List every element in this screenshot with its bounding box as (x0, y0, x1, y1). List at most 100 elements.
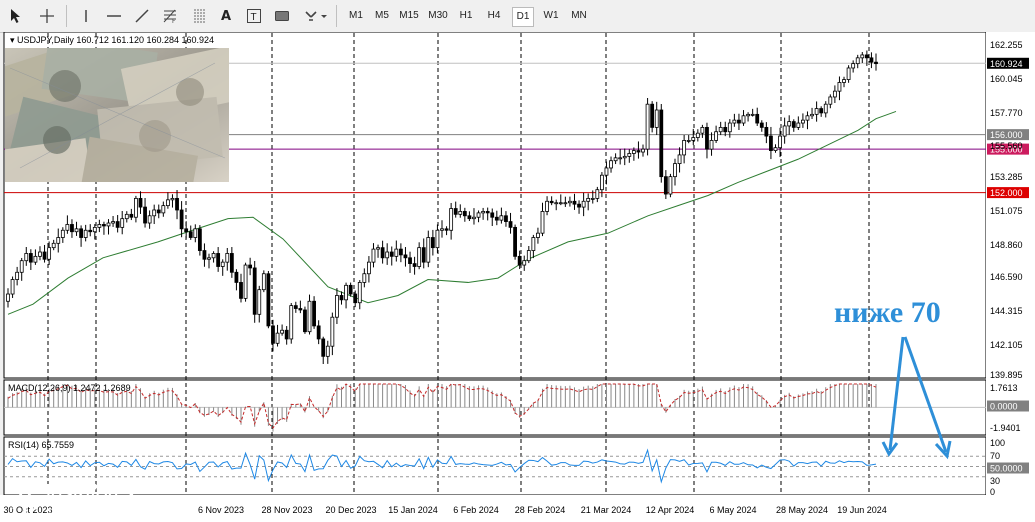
candle-body (869, 57, 874, 63)
timeframe-m15[interactable]: M15 (398, 7, 420, 25)
text-label-icon[interactable]: T (244, 6, 264, 26)
candle-body (188, 231, 193, 238)
candle-body (193, 228, 198, 238)
candle-body (19, 260, 24, 273)
candle-body (398, 248, 403, 256)
candle-body (481, 211, 486, 214)
level-label-152.000: 152.000 (990, 188, 1023, 198)
candle-body (6, 293, 10, 302)
candle-body (650, 103, 655, 128)
candle-body (659, 109, 664, 178)
time-tick: 21 Mar 2024 (581, 505, 632, 515)
timeframe-h1[interactable]: H1 (456, 7, 476, 25)
candle-body (138, 197, 143, 208)
candle-body (243, 264, 248, 299)
candle-body (645, 103, 650, 150)
candle-body (293, 305, 298, 309)
candle-body (453, 208, 458, 215)
candle-body (92, 226, 97, 233)
candle-body (225, 253, 230, 263)
candle-body (846, 67, 851, 80)
timeframe-d1[interactable]: D1 (512, 7, 534, 27)
candle-body (316, 325, 321, 340)
time-tick: 28 Feb 2024 (515, 505, 566, 515)
candle-body (312, 300, 316, 327)
channel-icon[interactable] (190, 6, 210, 26)
candle-body (494, 216, 499, 221)
candle-body (476, 212, 481, 218)
candle-body (394, 248, 399, 257)
text-icon[interactable]: A (216, 6, 236, 26)
timeframe-m1[interactable]: M1 (346, 7, 366, 25)
candle-body (330, 316, 335, 347)
candle-body (24, 253, 29, 262)
candle-body (239, 282, 243, 299)
candle-body (508, 221, 513, 228)
candle-body (421, 247, 426, 263)
vertical-line-icon[interactable] (76, 6, 96, 26)
candle-body (458, 211, 463, 215)
candle-body (161, 205, 166, 214)
timeframe-mn[interactable]: MN (568, 7, 590, 25)
candle-body (10, 279, 15, 295)
candle-body (641, 148, 645, 153)
candle-body (864, 54, 869, 59)
candle-body (709, 140, 714, 150)
candle-body (179, 209, 184, 230)
candle-body (636, 150, 641, 153)
timeframe-m5[interactable]: M5 (372, 7, 392, 25)
candle-body (156, 209, 161, 214)
rectangle-icon[interactable] (272, 6, 292, 26)
crosshair-icon[interactable] (36, 6, 58, 26)
candle-body (549, 200, 554, 204)
candle-body (522, 260, 527, 266)
logo-name: instaforex (46, 480, 137, 505)
macd-tick: 0.0000 (990, 402, 1018, 412)
timeframe-h4[interactable]: H4 (484, 7, 504, 25)
candle-body (367, 261, 371, 275)
candle-body (513, 226, 517, 257)
candle-body (796, 122, 801, 128)
candle-body (631, 150, 636, 154)
candle-body (444, 228, 449, 231)
candle-body (70, 224, 74, 233)
trendline-icon[interactable] (132, 6, 152, 26)
timeframe-w1[interactable]: W1 (540, 7, 562, 25)
candle-body (700, 126, 705, 134)
price-tick: 151.075 (990, 206, 1023, 216)
candle-body (764, 126, 769, 137)
candle-body (842, 79, 846, 83)
candle-body (321, 338, 326, 357)
candle-body (298, 308, 303, 311)
cursor-icon[interactable] (6, 6, 26, 26)
price-tick: 153.285 (990, 172, 1023, 182)
price-tick: 157.770 (990, 108, 1023, 118)
horizontal-line-icon[interactable] (104, 6, 124, 26)
candle-body (88, 229, 93, 233)
candle-body (307, 300, 312, 333)
fibonacci-icon[interactable]: F (160, 6, 180, 26)
candle-body (526, 250, 531, 262)
candle-body (718, 126, 723, 133)
price-tick: 160.045 (990, 74, 1023, 84)
banknotes-photo (5, 48, 229, 182)
logo-tagline: Instant Forex Trading (46, 506, 141, 517)
candle-body (211, 253, 216, 259)
candle-body (344, 284, 348, 301)
candle-body (860, 54, 865, 59)
price-tick: 139.895 (990, 370, 1023, 380)
candle-body (417, 247, 422, 267)
candle-body (504, 215, 508, 222)
candle-body (801, 119, 805, 124)
candle-body (499, 215, 504, 221)
candle-body (554, 202, 559, 205)
candle-body (184, 228, 189, 233)
candle-body (325, 345, 330, 357)
text-label-glyph: T (251, 12, 257, 23)
candle-body (353, 293, 358, 304)
timeframe-m30[interactable]: M30 (426, 7, 450, 25)
shapes-icon[interactable] (302, 6, 330, 26)
candle-body (257, 289, 262, 315)
candle-body (129, 213, 134, 218)
candle-body (15, 271, 20, 280)
